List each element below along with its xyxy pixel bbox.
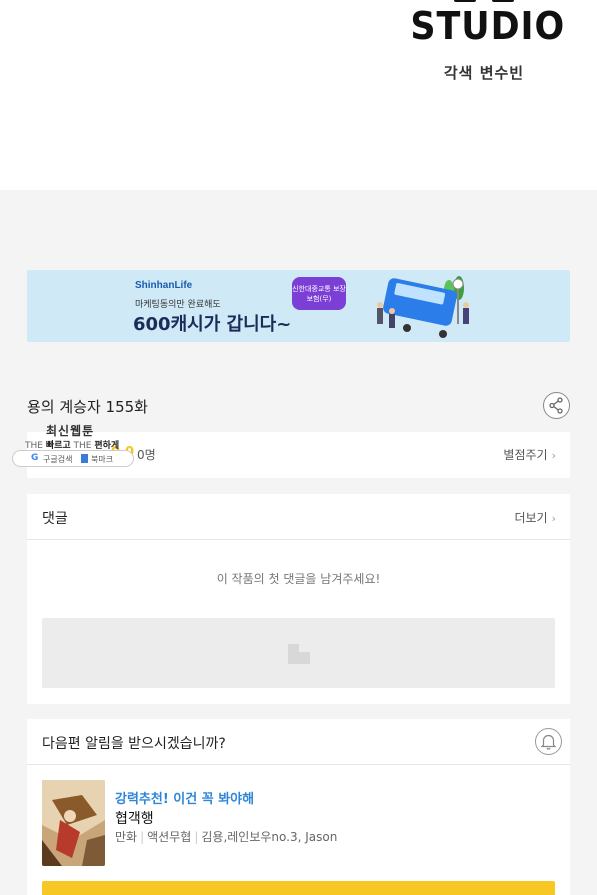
recommendation-title[interactable]: 협객행 [115,808,154,828]
image-placeholder-icon [288,644,310,664]
bell-icon [540,734,557,750]
cover-art [42,780,105,866]
episode-title: 용의 계승자 155화 [27,398,148,416]
comments-title: 댓글 [42,511,68,527]
comments-more-button[interactable]: 더보기 › [514,509,556,526]
rate-label: 별점주기 [503,448,548,462]
rec-authors: 김용,레인보우no.3, Jason [201,830,338,844]
bookmark-icon [81,454,88,463]
promo-overlay[interactable]: 최신웹툰 THE 빠르고 THE 편하게 G 구글검색 북마크 [0,418,140,470]
notification-question: 다음편 알림을 받으시겠습니까? [42,736,226,752]
banner-brand: ShinhanLife [135,280,193,291]
banner-headline: 600캐시가 갑니다~ [133,314,292,335]
share-button[interactable] [543,392,570,419]
rec-genre: 액션무협 [147,830,192,844]
studio-logo: STUDIO [410,4,566,48]
share-icon [549,397,563,414]
google-search-label[interactable]: 구글검색 [43,454,72,465]
more-label: 더보기 [514,511,548,525]
header-artwork: STUDIO 각색 변수빈 [0,0,597,190]
overlay-actions[interactable]: G 구글검색 북마크 [12,450,134,467]
recommendation-meta: 만화 | 액션무협 | 김용,레인보우no.3, Jason [115,830,338,844]
ad-banner[interactable]: ShinhanLife 마케팅동의만 완료해도 600캐시가 갑니다~ 신한대중… [27,270,570,342]
empty-comments-message: 이 작품의 첫 댓글을 남겨주세요! [216,572,381,586]
cta-button[interactable] [42,881,555,895]
comments-header: 댓글 더보기 › [27,494,570,540]
recommendation-thumbnail[interactable] [42,780,105,866]
chevron-right-icon: › [551,449,556,462]
recommendation-label: 강력추천! 이건 꼭 봐야해 [115,792,255,807]
logo-fragment [440,0,530,2]
bus-illustration [377,276,469,338]
comments-section: 댓글 더보기 › 이 작품의 첫 댓글을 남겨주세요! [27,494,570,704]
notification-section: 다음편 알림을 받으시겠습니까? 강력추천! 이건 꼭 봐야해 협객행 만화 | 액… [27,719,570,895]
banner-badge: 신한대중교통 보장보험(무) [292,277,346,310]
notification-toggle-button[interactable] [535,728,562,755]
adaptation-credit: 각색 변수빈 [443,64,525,82]
comment-input-area[interactable] [42,618,555,688]
google-icon: G [31,453,39,463]
bookmark-label[interactable]: 북마크 [91,454,113,465]
chevron-right-icon: › [551,512,556,525]
rate-button[interactable]: 별점주기 › [503,446,556,463]
banner-subtitle: 마케팅동의만 완료해도 [135,300,221,310]
overlay-title: 최신웹툰 [46,424,95,438]
notification-header: 다음편 알림을 받으시겠습니까? [27,719,570,765]
rec-type: 만화 [115,830,138,844]
